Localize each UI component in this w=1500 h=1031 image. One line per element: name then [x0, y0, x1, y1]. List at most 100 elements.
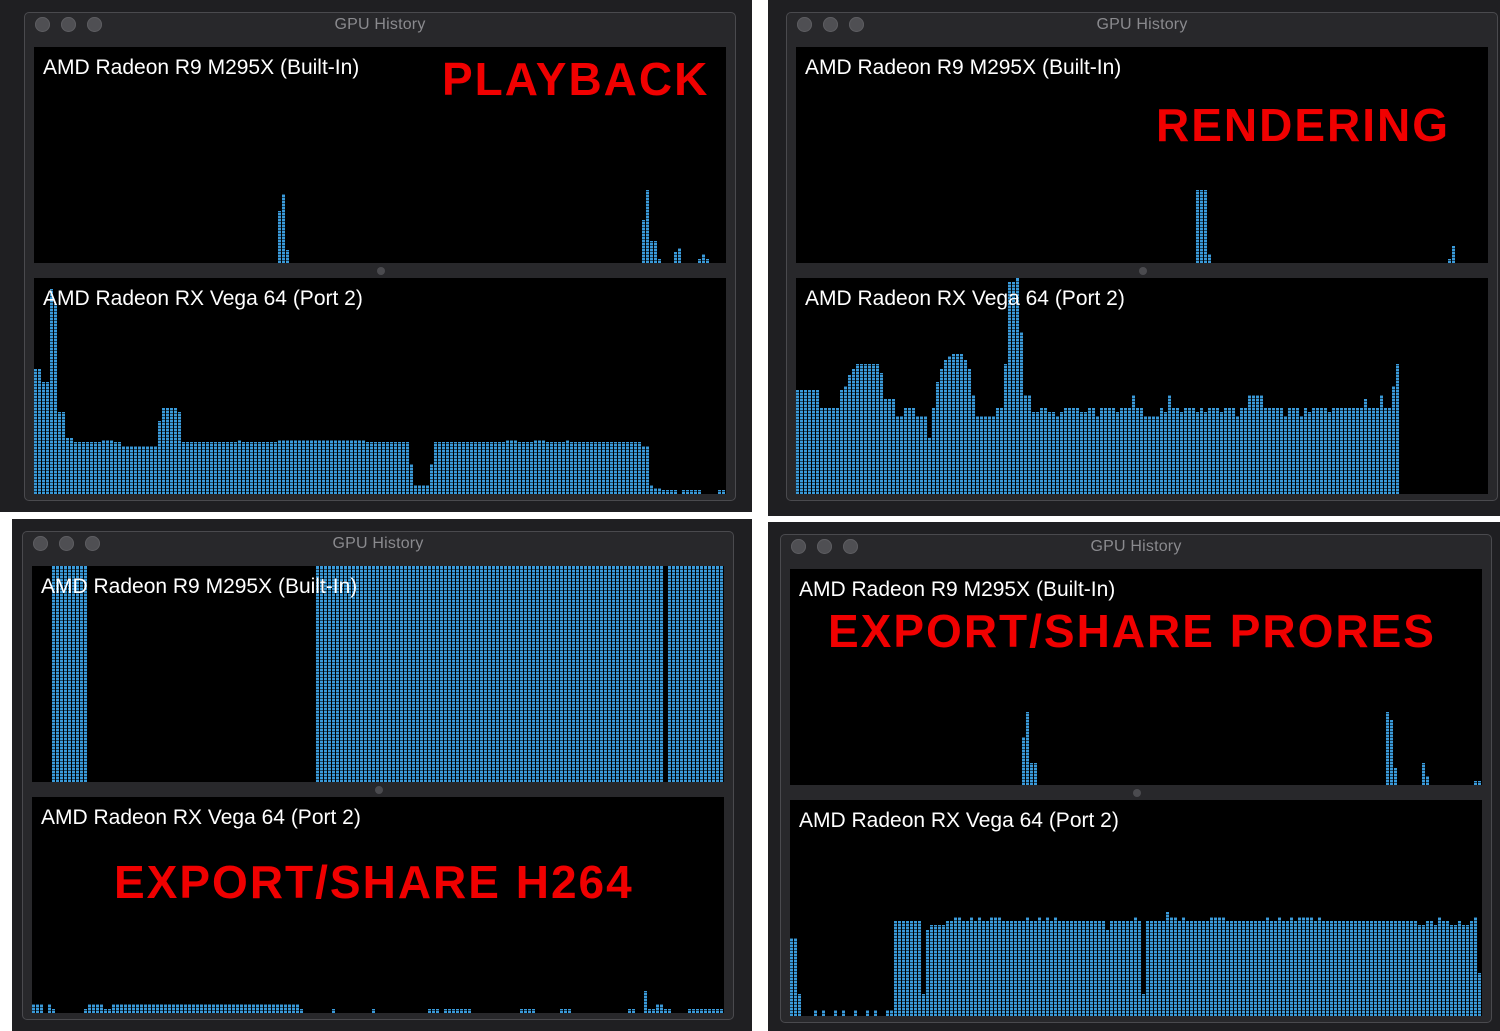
title-bar[interactable]: GPU History — [787, 13, 1497, 37]
segment-gap — [32, 635, 724, 636]
segment-gap — [32, 641, 724, 642]
gpu-usage-bar — [252, 1004, 255, 1013]
segment-gap — [790, 659, 1482, 660]
title-bar[interactable]: GPU History — [781, 535, 1491, 559]
gpu-usage-bar — [1344, 408, 1347, 494]
gpu-usage-bar — [1140, 408, 1143, 494]
gpu-usage-bar — [1072, 408, 1075, 494]
gpu-usage-bar — [422, 485, 425, 494]
pane-splitter-handle[interactable] — [375, 786, 383, 794]
segment-gap — [790, 713, 1482, 714]
segment-gap — [790, 890, 1482, 891]
segment-gap — [796, 374, 1488, 375]
title-bar[interactable]: GPU History — [25, 13, 735, 37]
quadrant-rendering: GPU History AMD Radeon R9 M295X (Built-I… — [768, 0, 1500, 516]
segment-gap — [34, 107, 726, 108]
gpu-usage-bar — [840, 390, 843, 494]
segment-gap — [32, 974, 724, 975]
segment-gap — [32, 737, 724, 738]
segment-gap — [34, 491, 726, 492]
segment-gap — [32, 911, 724, 912]
quadrant-playback: GPU History AMD Radeon R9 M295X (Built-I… — [0, 0, 752, 512]
segment-gap — [790, 911, 1482, 912]
segment-gap — [796, 452, 1488, 453]
segment-gap — [34, 167, 726, 168]
segment-gap — [790, 728, 1482, 729]
segment-gap — [796, 323, 1488, 324]
gpu-usage-bar — [800, 390, 803, 494]
segment-gap — [790, 971, 1482, 972]
segment-gap — [34, 467, 726, 468]
gpu-usage-bar — [1316, 408, 1319, 494]
segment-gap — [34, 410, 726, 411]
segment-gap — [32, 695, 724, 696]
gpu-usage-bar — [1176, 408, 1179, 494]
gpu-usage-bar — [702, 254, 705, 263]
segment-gap — [796, 239, 1488, 240]
segment-gap — [790, 836, 1482, 837]
segment-gap — [34, 461, 726, 462]
segment-gap — [34, 470, 726, 471]
gpu-label: AMD Radeon RX Vega 64 (Port 2) — [805, 287, 1125, 310]
segment-gap — [796, 209, 1488, 210]
segment-gap — [34, 209, 726, 210]
segment-gap — [34, 116, 726, 117]
segment-gap — [34, 215, 726, 216]
gpu-usage-bar — [280, 1004, 283, 1013]
segment-gap — [32, 971, 724, 972]
segment-gap — [790, 995, 1482, 996]
segment-gap — [32, 962, 724, 963]
gpu-usage-bar — [292, 1004, 295, 1013]
segment-gap — [790, 695, 1482, 696]
segment-gap — [32, 1004, 724, 1005]
segment-gap — [790, 881, 1482, 882]
segment-gap — [796, 173, 1488, 174]
gpu-usage-bar — [828, 408, 831, 494]
segment-gap — [34, 125, 726, 126]
segment-gap — [790, 575, 1482, 576]
segment-gap — [32, 935, 724, 936]
segment-gap — [34, 137, 726, 138]
segment-gap — [790, 680, 1482, 681]
gpu-usage-bar — [1184, 408, 1187, 494]
segment-gap — [796, 347, 1488, 348]
segment-gap — [796, 245, 1488, 246]
segment-gap — [796, 203, 1488, 204]
gpu-usage-bar — [116, 1004, 119, 1013]
quadrant-h264: GPU History AMD Radeon R9 M295X (Built-I… — [12, 519, 752, 1031]
pane-splitter-handle[interactable] — [1139, 267, 1147, 275]
segment-gap — [34, 155, 726, 156]
segment-gap — [790, 884, 1482, 885]
pane-splitter-handle[interactable] — [1133, 789, 1141, 797]
segment-gap — [790, 968, 1482, 969]
segment-gap — [32, 665, 724, 666]
title-bar[interactable]: GPU History — [23, 532, 733, 556]
segment-gap — [32, 767, 724, 768]
segment-gap — [790, 929, 1482, 930]
segment-gap — [34, 344, 726, 345]
pane-splitter-handle[interactable] — [377, 267, 385, 275]
gpu-usage-bar — [1272, 408, 1275, 494]
gpu-usage-bar — [660, 1004, 663, 1013]
segment-gap — [34, 452, 726, 453]
gpu-usage-bar — [176, 1004, 179, 1013]
segment-gap — [34, 218, 726, 219]
segment-gap — [796, 338, 1488, 339]
gpu-usage-bar — [92, 1004, 95, 1013]
gpu-usage-bar — [1384, 408, 1387, 494]
segment-gap — [796, 383, 1488, 384]
segment-gap — [796, 362, 1488, 363]
gpu-history-window[interactable]: GPU History AMD Radeon R9 M295X (Built-I… — [786, 12, 1498, 501]
gpu-usage-bar — [824, 408, 827, 494]
segment-gap — [32, 734, 724, 735]
segment-gap — [32, 803, 724, 804]
segment-gap — [32, 968, 724, 969]
segment-gap — [32, 998, 724, 999]
gpu-usage-bar — [1332, 408, 1335, 494]
segment-gap — [796, 170, 1488, 171]
gpu-pane-builtin: AMD Radeon R9 M295X (Built-In) — [790, 569, 1482, 785]
gpu-usage-bar — [808, 390, 811, 494]
gpu-usage-bar — [1348, 408, 1351, 494]
gpu-usage-bar — [912, 408, 915, 494]
gpu-history-window[interactable]: GPU History AMD Radeon R9 M295X (Built-I… — [22, 531, 734, 1020]
